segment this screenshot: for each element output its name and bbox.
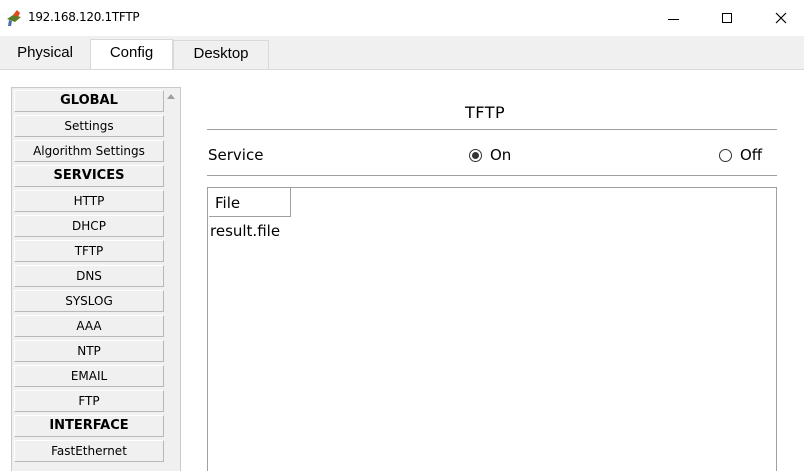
sidebar-item-tftp[interactable]: TFTP — [14, 240, 164, 262]
page-title: TFTP — [465, 103, 506, 122]
file-column-header[interactable]: File — [209, 188, 291, 217]
sidebar-item-fastethernet[interactable]: FastEthernet — [14, 440, 164, 462]
sidebar-item-ftp[interactable]: FTP — [14, 390, 164, 412]
config-panel: GLOBAL Settings Algorithm Settings SERVI… — [0, 70, 804, 471]
maximize-button[interactable] — [704, 0, 750, 36]
divider — [207, 129, 777, 130]
title-bar: 192.168.120.1TFTP — [0, 0, 804, 36]
sidebar-item-email[interactable]: EMAIL — [14, 365, 164, 387]
tab-bar: Physical Config Desktop — [0, 36, 804, 70]
tab-config[interactable]: Config — [90, 39, 173, 69]
file-row[interactable]: result.file — [210, 222, 280, 240]
sidebar-header-interface: INTERFACE — [14, 415, 164, 437]
sidebar: GLOBAL Settings Algorithm Settings SERVI… — [11, 87, 181, 471]
sidebar-item-http[interactable]: HTTP — [14, 190, 164, 212]
sidebar-header-global: GLOBAL — [14, 90, 164, 112]
minimize-icon — [667, 18, 679, 20]
minimize-button[interactable] — [650, 0, 696, 36]
divider — [207, 175, 777, 176]
maximize-icon — [722, 13, 732, 23]
service-on-label: On — [490, 146, 512, 164]
service-label: Service — [208, 146, 264, 164]
sidebar-item-syslog[interactable]: SYSLOG — [14, 290, 164, 312]
service-off-radio[interactable]: Off — [719, 146, 762, 164]
window-title: 192.168.120.1TFTP — [28, 10, 140, 24]
sidebar-item-dns[interactable]: DNS — [14, 265, 164, 287]
radio-unchecked-icon[interactable] — [719, 148, 732, 162]
radio-checked-icon[interactable] — [469, 148, 482, 162]
service-on-radio[interactable]: On — [469, 146, 511, 164]
file-list[interactable]: File result.file — [207, 187, 777, 471]
sidebar-header-services: SERVICES — [14, 165, 164, 187]
tab-desktop[interactable]: Desktop — [173, 40, 269, 69]
sidebar-item-aaa[interactable]: AAA — [14, 315, 164, 337]
service-off-label: Off — [740, 146, 763, 164]
tab-physical[interactable]: Physical — [0, 40, 90, 69]
server-app-icon — [7, 10, 21, 26]
sidebar-item-dhcp[interactable]: DHCP — [14, 215, 164, 237]
sidebar-item-settings[interactable]: Settings — [14, 115, 164, 137]
close-button[interactable] — [758, 0, 804, 36]
scroll-up-arrow-icon[interactable] — [167, 94, 175, 99]
close-icon — [775, 12, 787, 24]
sidebar-item-algorithm-settings[interactable]: Algorithm Settings — [14, 140, 164, 162]
sidebar-scrollbar[interactable] — [164, 88, 180, 471]
sidebar-item-ntp[interactable]: NTP — [14, 340, 164, 362]
